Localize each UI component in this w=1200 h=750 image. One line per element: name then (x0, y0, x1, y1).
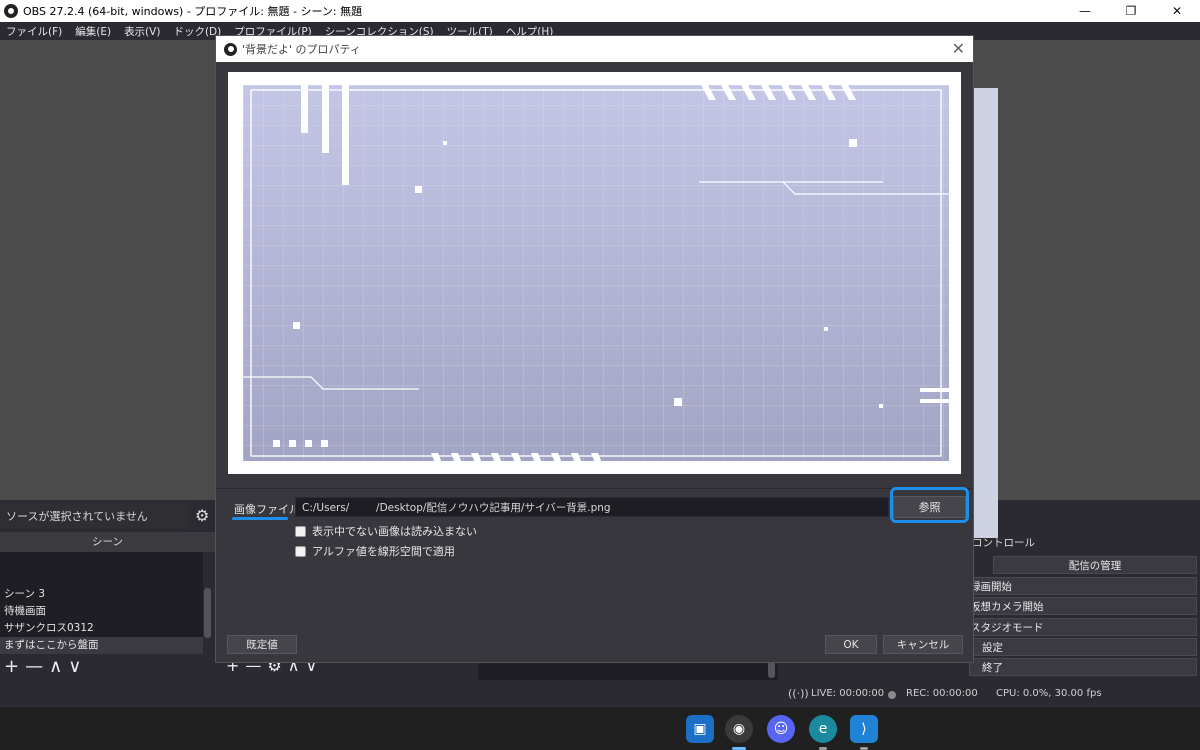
settings-button[interactable]: 設定 (969, 638, 1197, 656)
cancel-button[interactable]: キャンセル (883, 635, 963, 654)
discord-app-icon[interactable]: ☺ (767, 715, 795, 743)
scene-item[interactable]: サザンクロス0312 (0, 620, 203, 637)
camera-app-icon[interactable]: ▣ (686, 715, 714, 743)
menu-view[interactable]: 表示(V) (124, 24, 160, 39)
source-status-label: ソースが選択されていません (0, 503, 188, 529)
scene-item[interactable]: 待機画面 (0, 603, 203, 620)
dialog-title-bar: '背景だよ' のプロパティ ✕ (216, 36, 973, 62)
move-scene-up-icon[interactable]: ∧ (49, 656, 62, 677)
maximize-button[interactable]: ❐ (1108, 0, 1154, 22)
image-file-label: 画像ファイル (234, 503, 300, 516)
image-file-path-field[interactable] (295, 497, 889, 517)
cyber-background-image (243, 85, 949, 461)
scenes-list: シーン 3 待機画面 サザンクロス0312 まずはここから盤面 (0, 552, 203, 654)
unload-when-hidden-checkbox[interactable] (295, 525, 306, 537)
dialog-separator (216, 488, 973, 489)
controls-panel-header: コントロール (972, 537, 1035, 549)
live-signal-icon: ((·)) (788, 687, 809, 700)
menu-edit[interactable]: 編集(E) (75, 24, 111, 39)
linear-alpha-checkbox[interactable] (295, 545, 306, 557)
linear-alpha-label: アルファ値を線形空間で適用 (312, 545, 455, 558)
unload-when-hidden-label: 表示中でない画像は読み込まない (312, 525, 477, 538)
manage-stream-button[interactable]: 配信の管理 (993, 556, 1197, 574)
image-file-label-annotation (232, 517, 288, 520)
obs-logo-icon (4, 4, 18, 18)
rec-dot-icon (888, 691, 896, 699)
scene-toolbar: + — ∧ ∨ (4, 656, 81, 677)
unload-when-hidden-option[interactable]: 表示中でない画像は読み込まない (295, 523, 477, 539)
menu-file[interactable]: ファイル(F) (6, 24, 62, 39)
edge-app-icon[interactable]: e (809, 715, 837, 743)
dialog-close-icon[interactable]: ✕ (952, 39, 965, 58)
source-preview-frame (228, 72, 961, 474)
obs-logo-icon (224, 42, 237, 56)
defaults-button[interactable]: 既定値 (227, 635, 297, 654)
remove-scene-icon[interactable]: — (25, 656, 43, 677)
window-title: OBS 27.2.4 (64-bit, windows) - プロファイル: 無… (23, 5, 363, 18)
cpu-fps-readout: CPU: 0.0%, 30.00 fps (996, 688, 1102, 699)
studio-mode-button[interactable]: スタジオモード (969, 618, 1197, 636)
scenes-scrollbar[interactable] (204, 588, 211, 638)
minimize-button[interactable]: — (1062, 0, 1108, 22)
close-window-button[interactable]: ✕ (1154, 0, 1200, 22)
windows-taskbar: ▣ ◉ ☺ e ⟩ (0, 706, 1200, 750)
dialog-title: '背景だよ' のプロパティ (242, 43, 361, 56)
move-scene-down-icon[interactable]: ∨ (68, 656, 81, 677)
exit-button[interactable]: 終了 (969, 658, 1197, 676)
status-bar: ((·)) LIVE: 00:00:00 REC: 00:00:00 CPU: … (0, 682, 1200, 706)
live-timer: LIVE: 00:00:00 (811, 688, 885, 699)
browse-button-annotation (890, 487, 969, 523)
scenes-list-spacer (0, 552, 203, 586)
rec-timer: REC: 00:00:00 (906, 688, 978, 699)
start-virtual-camera-button[interactable]: 仮想カメラ開始 (969, 597, 1197, 615)
scene-item[interactable]: シーン 3 (0, 586, 203, 603)
main-title-bar: OBS 27.2.4 (64-bit, windows) - プロファイル: 無… (0, 0, 1200, 22)
obs-app-icon[interactable]: ◉ (725, 715, 753, 743)
vscode-app-icon[interactable]: ⟩ (850, 715, 878, 743)
ok-button[interactable]: OK (825, 635, 877, 654)
scene-item-selected[interactable]: まずはここから盤面 (0, 637, 203, 654)
add-scene-icon[interactable]: + (4, 656, 19, 677)
linear-alpha-option[interactable]: アルファ値を線形空間で適用 (295, 543, 455, 559)
source-properties-gear-icon[interactable]: ⚙ (195, 506, 209, 525)
properties-dialog: '背景だよ' のプロパティ ✕ 画像ファイル C:/Users/ /Deskto… (215, 35, 974, 663)
scenes-panel-header: シーン (0, 532, 215, 552)
start-recording-button[interactable]: 録画開始 (969, 577, 1197, 595)
